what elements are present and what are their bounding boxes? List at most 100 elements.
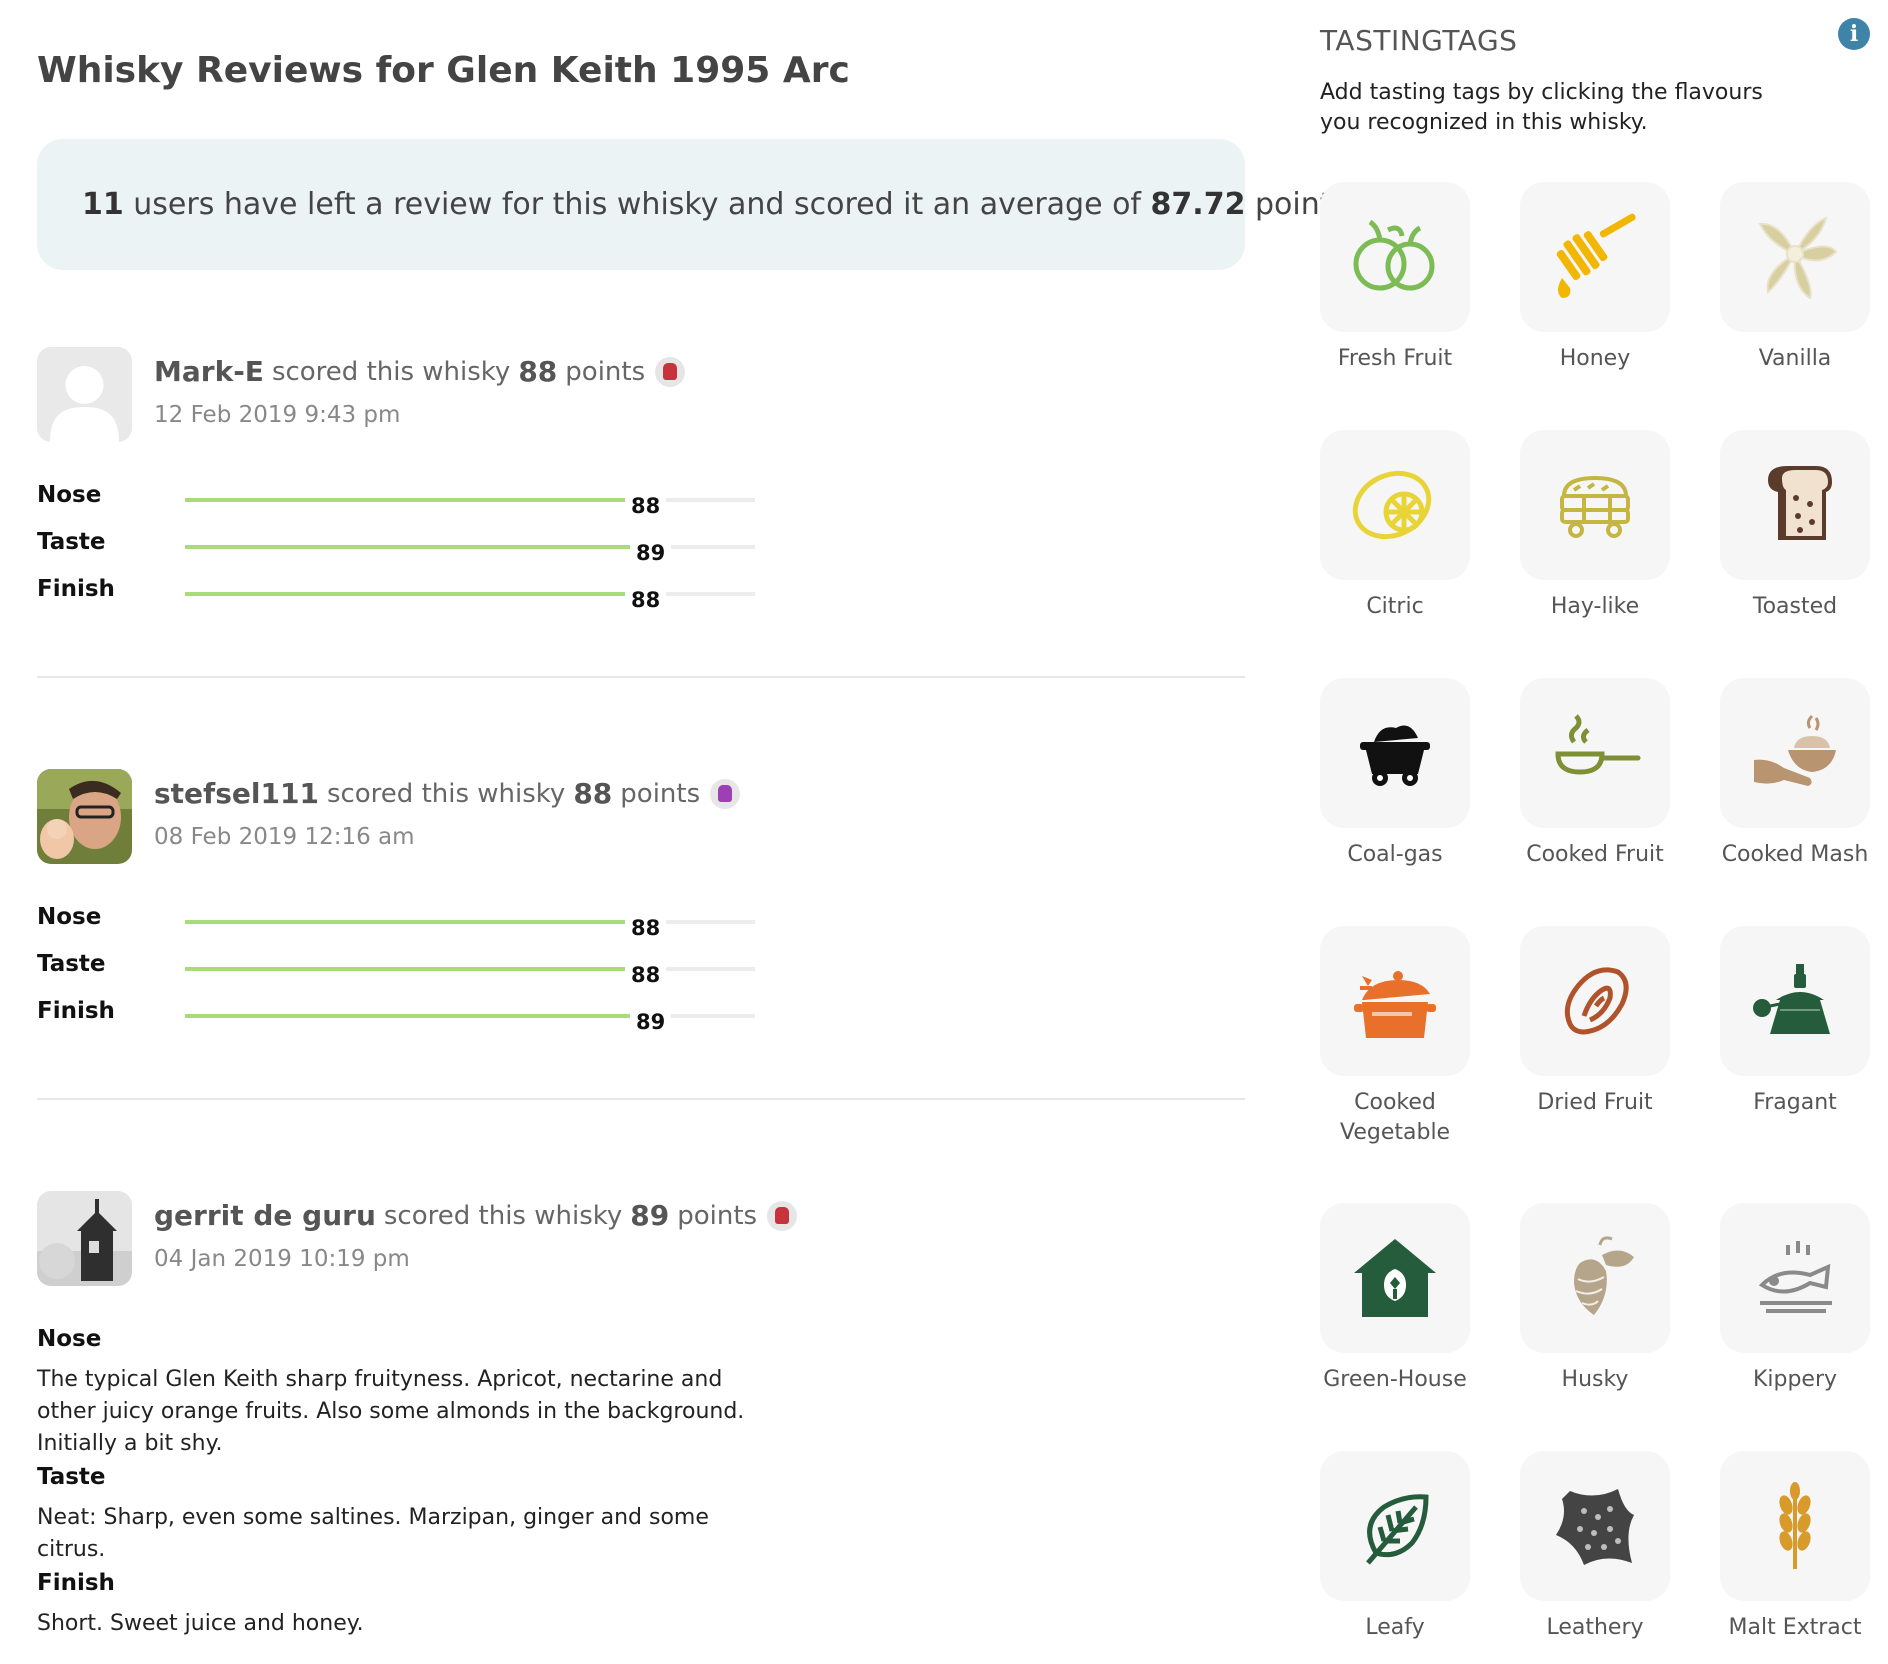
score-bar-track: 88 <box>185 963 755 987</box>
tag-label: Hay-like <box>1550 594 1640 619</box>
score-row-finish: Finish 88 <box>37 576 757 623</box>
apples-icon <box>1353 219 1435 291</box>
score-label: Nose <box>37 904 102 930</box>
tag-leathery[interactable]: Leathery <box>1520 1451 1670 1643</box>
tag-tile[interactable] <box>1720 430 1870 580</box>
score-bar-track: 89 <box>185 1010 755 1034</box>
review-header: Mark-E scored this whisky 88 points 12 F… <box>154 355 686 428</box>
review-count: 11 <box>82 187 124 222</box>
tag-malt-extract[interactable]: Malt Extract <box>1720 1451 1870 1643</box>
review-notes: Nose The typical Glen Keith sharp fruity… <box>37 1326 757 1644</box>
tag-label: Malt Extract <box>1728 1615 1862 1640</box>
greenhouse-icon <box>1354 1239 1436 1317</box>
taste-text: Neat: Sharp, even some saltines. Marzipa… <box>37 1505 709 1562</box>
tag-dried-fruit[interactable]: Dried Fruit <box>1520 926 1670 1118</box>
score-row-taste: Taste 89 <box>37 529 757 576</box>
review-points: 89 <box>630 1199 670 1232</box>
tag-cooked-fruit[interactable]: Cooked Fruit <box>1520 678 1670 870</box>
username-link[interactable]: gerrit de guru <box>154 1199 376 1232</box>
tag-cooked-mash[interactable]: Cooked Mash <box>1720 678 1870 870</box>
tag-tile[interactable] <box>1320 1451 1470 1601</box>
tag-tile[interactable] <box>1520 182 1670 332</box>
tag-hay-like[interactable]: Hay-like <box>1520 430 1670 622</box>
summary-text: users have left a review for this whisky… <box>123 187 1151 222</box>
hay-bale-icon <box>1560 475 1630 538</box>
tag-cooked-vegetable[interactable]: Cooked Vegetable <box>1320 926 1470 1148</box>
tag-tile[interactable] <box>1520 1451 1670 1601</box>
perfume-bottle-icon <box>1753 964 1830 1034</box>
info-icon[interactable]: i <box>1838 18 1870 50</box>
nose-text: The typical Glen Keith sharp fruityness.… <box>37 1367 745 1456</box>
score-value: 88 <box>625 494 667 518</box>
tag-tile[interactable] <box>1720 182 1870 332</box>
score-bar-track: 88 <box>185 588 755 612</box>
hop-cone-icon <box>1574 1236 1634 1315</box>
tag-citric[interactable]: Citric <box>1320 430 1470 622</box>
finish-heading: Finish <box>37 1570 115 1596</box>
leaf-icon <box>1366 1494 1429 1565</box>
frying-pan-icon <box>1555 714 1641 775</box>
tag-tile[interactable] <box>1720 1451 1870 1601</box>
score-row-taste: Taste 88 <box>37 951 757 998</box>
tag-tile[interactable] <box>1520 926 1670 1076</box>
leather-hide-icon <box>1556 1489 1634 1565</box>
avatar[interactable] <box>37 769 132 864</box>
tastingtags-description: Add tasting tags by clicking the flavour… <box>1320 80 1763 135</box>
scored-text: scored this whisky <box>326 778 566 809</box>
points-word: points <box>620 778 701 809</box>
hand-bowl-icon <box>1754 714 1836 786</box>
tag-label: Fresh Fruit <box>1337 346 1453 371</box>
tag-label: Green-House <box>1323 1367 1467 1392</box>
tag-kippery[interactable]: Kippery <box>1720 1203 1870 1395</box>
tag-husky[interactable]: Husky <box>1520 1203 1670 1395</box>
tag-tile[interactable] <box>1320 182 1470 332</box>
tag-tile[interactable] <box>1520 678 1670 828</box>
divider <box>37 1098 1245 1100</box>
tag-tile[interactable] <box>1320 678 1470 828</box>
tag-tile[interactable] <box>1320 430 1470 580</box>
honey-dipper-icon <box>1556 213 1636 298</box>
user-rank-badge-icon[interactable] <box>655 356 686 387</box>
user-rank-badge-icon[interactable] <box>710 778 741 809</box>
username-link[interactable]: Mark-E <box>154 355 264 388</box>
score-bar-track: 88 <box>185 494 755 518</box>
tag-green-house[interactable]: Green-House <box>1320 1203 1470 1395</box>
review-header: stefsel111 scored this whisky 88 points … <box>154 777 741 850</box>
tag-fresh-fruit[interactable]: Fresh Fruit <box>1320 182 1470 374</box>
tag-tile[interactable] <box>1520 430 1670 580</box>
review-points: 88 <box>573 777 613 810</box>
user-rank-badge-icon[interactable] <box>767 1200 798 1231</box>
nose-heading: Nose <box>37 1326 102 1352</box>
tag-label: Cooked Mash <box>1721 842 1869 867</box>
score-bar-fill <box>185 967 631 971</box>
score-value: 88 <box>625 916 667 940</box>
tag-honey[interactable]: Honey <box>1520 182 1670 374</box>
scored-text: scored this whisky <box>271 356 511 387</box>
avatar[interactable] <box>37 347 132 442</box>
tastingtags-title: TASTINGTAGS <box>1320 24 1518 57</box>
score-row-finish: Finish 89 <box>37 998 757 1045</box>
tag-label: Leathery <box>1546 1615 1644 1640</box>
username-link[interactable]: stefsel111 <box>154 777 319 810</box>
finish-text: Short. Sweet juice and honey. <box>37 1611 364 1636</box>
tag-vanilla[interactable]: Vanilla <box>1720 182 1870 374</box>
review-points: 88 <box>518 355 558 388</box>
average-score: 87.72 <box>1150 187 1246 222</box>
tag-label: Coal-gas <box>1347 842 1443 867</box>
avatar[interactable] <box>37 1191 132 1286</box>
tag-leafy[interactable]: Leafy <box>1320 1451 1470 1643</box>
tag-tile[interactable] <box>1320 1203 1470 1353</box>
tag-tile[interactable] <box>1720 678 1870 828</box>
tag-tile[interactable] <box>1720 1203 1870 1353</box>
taste-heading: Taste <box>37 1464 106 1490</box>
tag-toasted[interactable]: Toasted <box>1720 430 1870 622</box>
score-value: 89 <box>630 1010 672 1034</box>
tag-tile[interactable] <box>1520 1203 1670 1353</box>
tag-tile[interactable] <box>1320 926 1470 1076</box>
score-bar-fill <box>185 498 631 502</box>
tag-coal-gas[interactable]: Coal-gas <box>1320 678 1470 870</box>
score-bar-fill <box>185 920 631 924</box>
tag-fragant[interactable]: Fragant <box>1720 926 1870 1118</box>
review-date: 12 Feb 2019 9:43 pm <box>154 402 401 428</box>
tag-tile[interactable] <box>1720 926 1870 1076</box>
